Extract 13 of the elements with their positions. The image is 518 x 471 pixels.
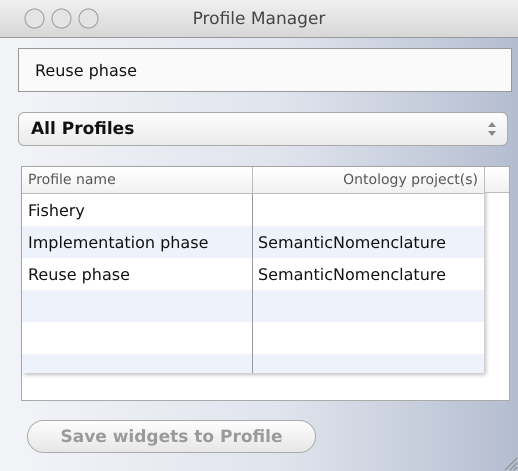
column-header[interactable]: Profile name: [22, 167, 252, 193]
window-control-icon[interactable]: [78, 8, 99, 29]
table-cell: Implementation phase: [28, 232, 208, 252]
window-title: Profile Manager: [192, 8, 326, 28]
profile-filter-dropdown[interactable]: All Profiles: [18, 112, 508, 146]
table-cell: SemanticNomenclature: [258, 232, 446, 252]
window-control-icon[interactable]: [51, 8, 72, 29]
table-cell: Fishery: [28, 200, 85, 220]
table-cell: SemanticNomenclature: [258, 264, 446, 284]
table-cell: Reuse phase: [28, 264, 130, 284]
stepper-icon: [487, 121, 497, 137]
name-field[interactable]: Reuse phase: [18, 48, 512, 92]
window-control-icon[interactable]: [24, 8, 45, 29]
